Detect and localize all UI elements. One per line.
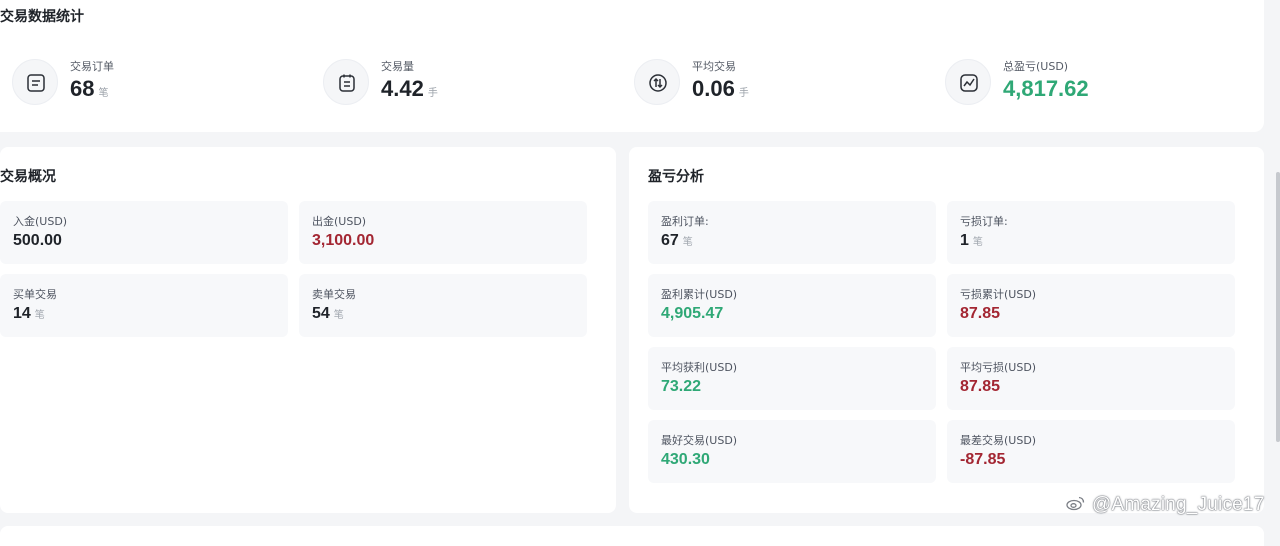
- tile-total-profit-value: 4,905.47: [661, 305, 724, 322]
- tile-total-loss-value: 87.85: [960, 305, 1001, 322]
- tile-sell-trades-unit: 笔: [333, 310, 344, 321]
- tile-average-profit: 平均获利(USD) 73.22: [648, 347, 936, 410]
- stat-volume-value: 4.42 手: [381, 76, 438, 101]
- tile-winning-orders-value: 67 笔: [661, 232, 693, 249]
- weibo-logo-icon: [1066, 496, 1085, 511]
- tile-buy-trades-unit: 笔: [34, 310, 45, 321]
- watermark: @Amazing_Juice17: [1066, 494, 1264, 516]
- volume-clipboard-icon: [323, 59, 369, 105]
- tile-best-trade-value: 430.30: [661, 451, 710, 468]
- tile-total-profit: 盈利累计(USD) 4,905.47: [648, 274, 936, 337]
- stat-average: 平均交易 0.06 手: [634, 56, 884, 108]
- tile-average-profit-value: 73.22: [661, 378, 702, 395]
- next-section-card: [0, 526, 1264, 546]
- tile-losing-orders-unit: 笔: [972, 237, 983, 248]
- stat-average-label: 平均交易: [692, 60, 736, 73]
- tile-buy-trades-label: 买单交易: [13, 288, 57, 301]
- tile-winning-orders-label: 盈利订单:: [661, 215, 709, 228]
- stat-orders: 交易订单 68 笔: [12, 56, 262, 108]
- summary-card: 交易数据统计 交易订单 68 笔 交易量 4.42 手 平均交易 0.06 手 …: [0, 0, 1264, 132]
- stat-total-pnl: 总盈亏(USD) 4,817.62: [945, 56, 1205, 108]
- tile-average-loss-value: 87.85: [960, 378, 1001, 395]
- stat-orders-value: 68 笔: [70, 76, 109, 101]
- tile-losing-orders-value: 1笔: [960, 232, 983, 249]
- summary-title: 交易数据统计: [0, 9, 84, 25]
- scrollbar-thumb[interactable]: [1276, 172, 1280, 442]
- tile-deposit: 入金(USD) 500.00: [0, 201, 288, 264]
- tile-worst-trade: 最差交易(USD) -87.85: [947, 420, 1235, 483]
- stat-volume: 交易量 4.42 手: [323, 56, 573, 108]
- pnl-title: 盈亏分析: [648, 169, 704, 185]
- overview-panel: 交易概况 入金(USD) 500.00 出金(USD) 3,100.00 买单交…: [0, 147, 616, 513]
- tile-best-trade: 最好交易(USD) 430.30: [648, 420, 936, 483]
- tile-withdrawal: 出金(USD) 3,100.00: [299, 201, 587, 264]
- stat-orders-label: 交易订单: [70, 60, 114, 73]
- tile-total-profit-label: 盈利累计(USD): [661, 288, 738, 301]
- tile-buy-trades-value: 14 笔: [13, 305, 45, 322]
- tile-deposit-value: 500.00: [13, 232, 62, 249]
- tile-winning-orders: 盈利订单: 67 笔: [648, 201, 936, 264]
- overview-title: 交易概况: [0, 169, 56, 185]
- tile-losing-orders: 亏损订单: 1笔: [947, 201, 1235, 264]
- tile-worst-trade-value: -87.85: [960, 451, 1006, 468]
- tile-deposit-label: 入金(USD): [13, 215, 68, 228]
- stat-average-unit: 手: [738, 88, 749, 99]
- tile-sell-trades-value: 54 笔: [312, 305, 344, 322]
- tile-average-loss: 平均亏损(USD) 87.85: [947, 347, 1235, 410]
- order-list-icon: [12, 59, 58, 105]
- tile-average-profit-label: 平均获利(USD): [661, 361, 738, 374]
- tile-sell-trades-label: 卖单交易: [312, 288, 356, 301]
- tile-winning-orders-unit: 笔: [682, 237, 693, 248]
- trend-line-icon: [945, 59, 991, 105]
- tile-average-loss-label: 平均亏损(USD): [960, 361, 1037, 374]
- stat-total-pnl-value: 4,817.62: [1003, 76, 1089, 101]
- stat-orders-unit: 笔: [98, 88, 109, 99]
- tile-withdrawal-label: 出金(USD): [312, 215, 367, 228]
- tile-buy-trades: 买单交易 14 笔: [0, 274, 288, 337]
- stat-volume-label: 交易量: [381, 60, 414, 73]
- average-arrows-icon: [634, 59, 680, 105]
- tile-best-trade-label: 最好交易(USD): [661, 434, 738, 447]
- stat-volume-unit: 手: [427, 88, 438, 99]
- tile-total-loss-label: 亏损累计(USD): [960, 288, 1037, 301]
- stat-average-value: 0.06 手: [692, 76, 749, 101]
- pnl-panel: 盈亏分析 盈利订单: 67 笔 亏损订单: 1笔 盈利累计(USD) 4,905.…: [629, 147, 1264, 513]
- tile-worst-trade-label: 最差交易(USD): [960, 434, 1037, 447]
- tile-sell-trades: 卖单交易 54 笔: [299, 274, 587, 337]
- tile-losing-orders-label: 亏损订单:: [960, 215, 1008, 228]
- stat-total-pnl-label: 总盈亏(USD): [1003, 60, 1069, 73]
- tile-withdrawal-value: 3,100.00: [312, 232, 375, 249]
- tile-total-loss: 亏损累计(USD) 87.85: [947, 274, 1235, 337]
